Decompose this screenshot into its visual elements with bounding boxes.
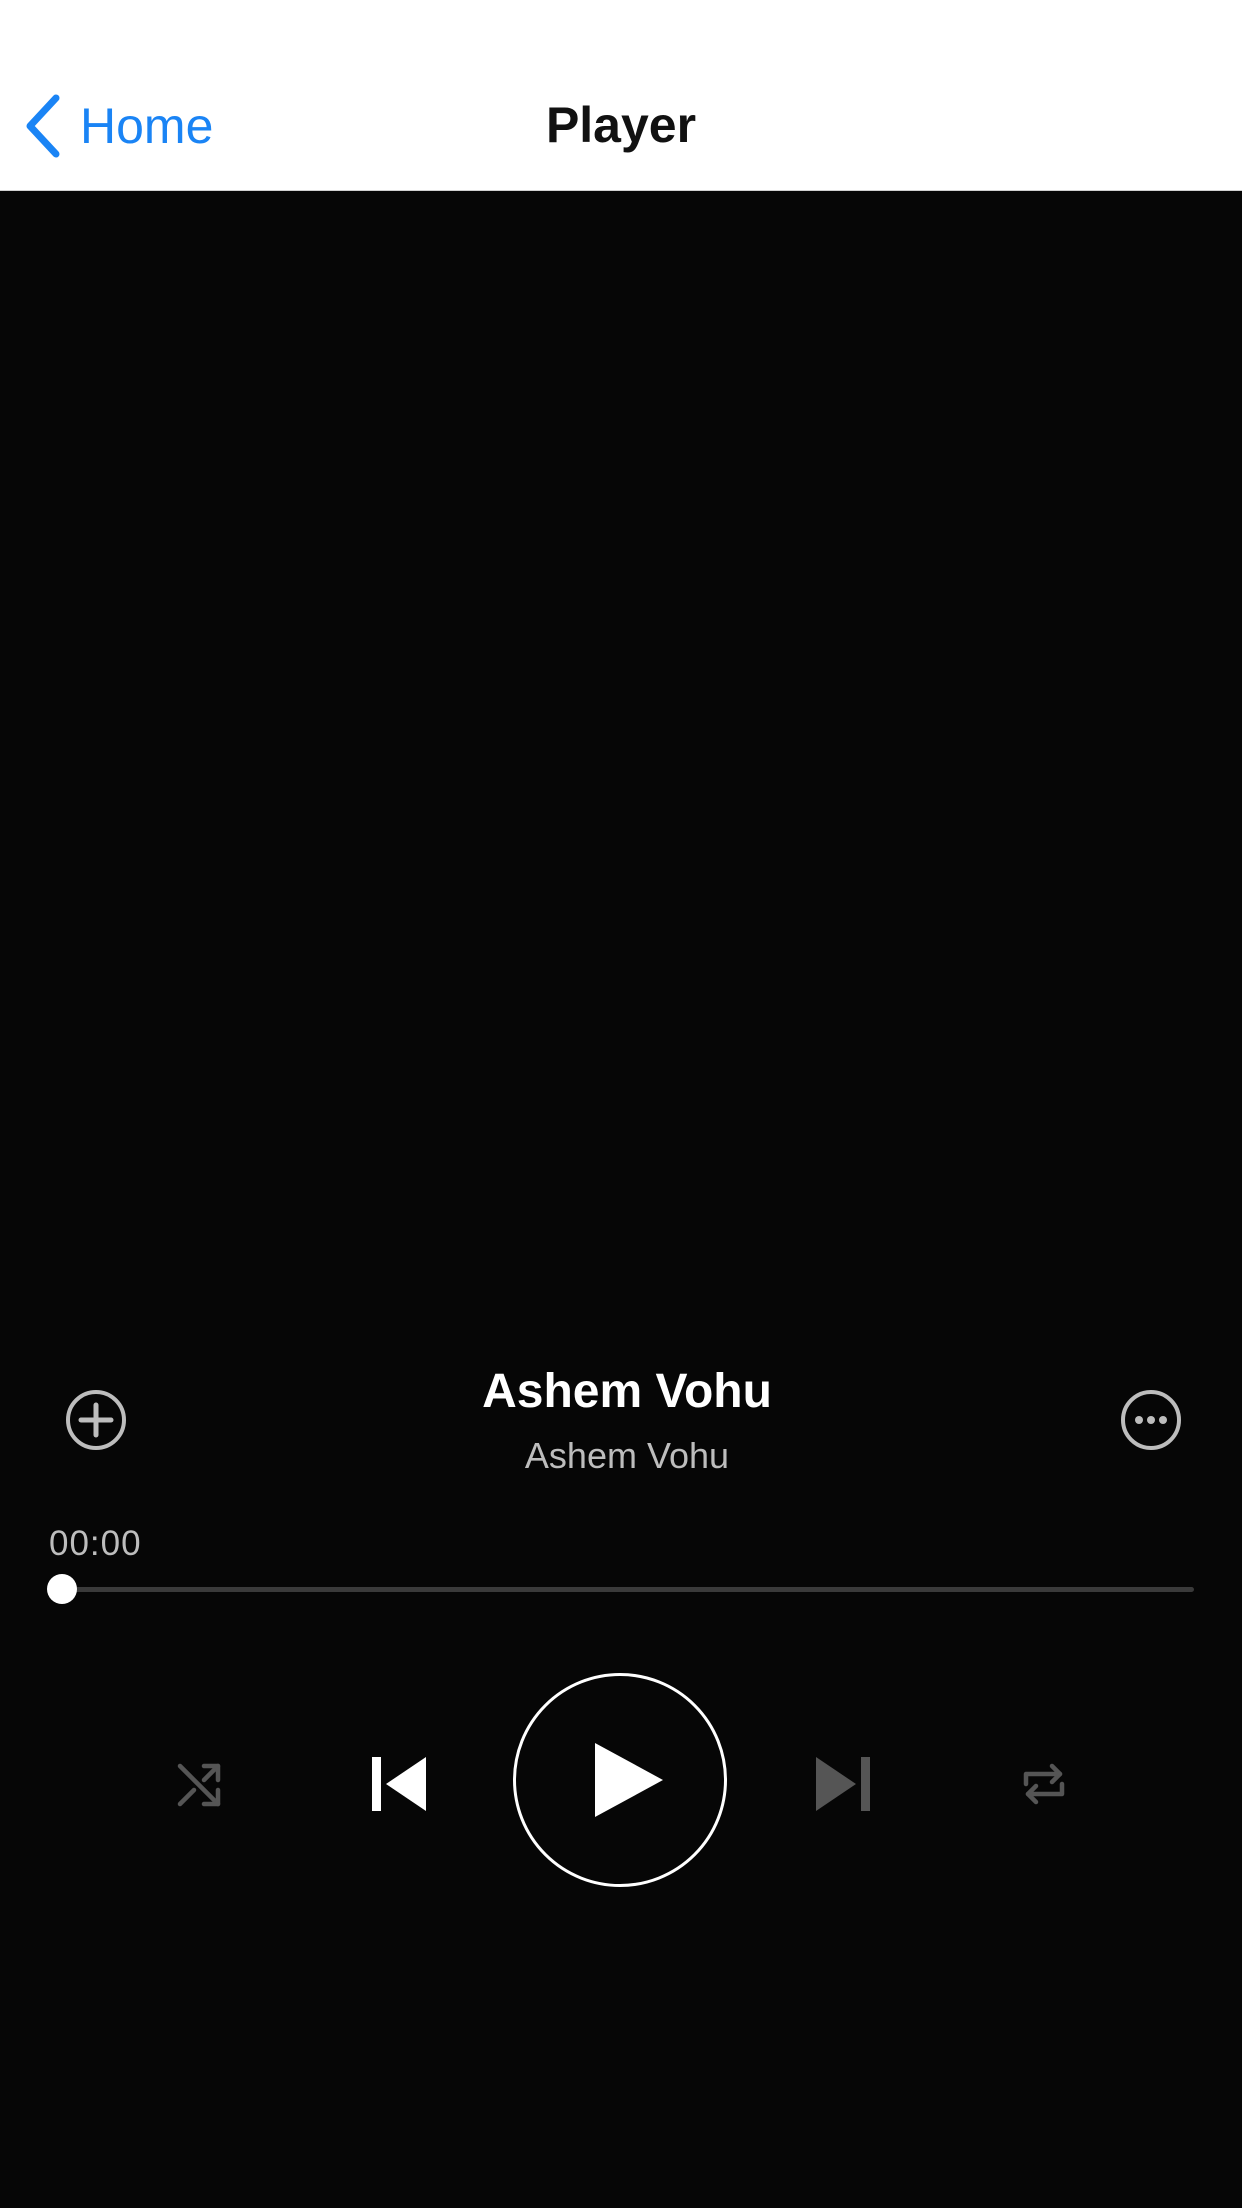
- elapsed-time: 00:00: [49, 1524, 142, 1563]
- album-artwork: [0, 191, 1242, 1311]
- skip-back-icon: [362, 1747, 436, 1821]
- page-title: Player: [545, 97, 697, 153]
- progress-slider[interactable]: [48, 1587, 1194, 1592]
- play-icon: [591, 1743, 665, 1817]
- player-screen: Home Player Ashem Vohu Ashem Vohu 00:00: [0, 0, 1242, 2208]
- track-title: Ashem Vohu: [482, 1365, 772, 1418]
- shuffle-icon: [170, 1754, 230, 1814]
- more-options-button[interactable]: [1119, 1388, 1183, 1452]
- ellipsis-circle-icon: [1119, 1388, 1183, 1452]
- repeat-icon: [1014, 1754, 1074, 1814]
- repeat-button[interactable]: [1014, 1754, 1074, 1814]
- shuffle-button[interactable]: [170, 1754, 230, 1814]
- next-track-button[interactable]: [806, 1747, 880, 1821]
- previous-track-button[interactable]: [362, 1747, 436, 1821]
- navigation-bar: Home Player: [0, 0, 1242, 191]
- play-button[interactable]: [513, 1673, 727, 1887]
- progress-thumb[interactable]: [47, 1574, 77, 1604]
- track-artist: Ashem Vohu: [524, 1435, 730, 1476]
- skip-forward-icon: [806, 1747, 880, 1821]
